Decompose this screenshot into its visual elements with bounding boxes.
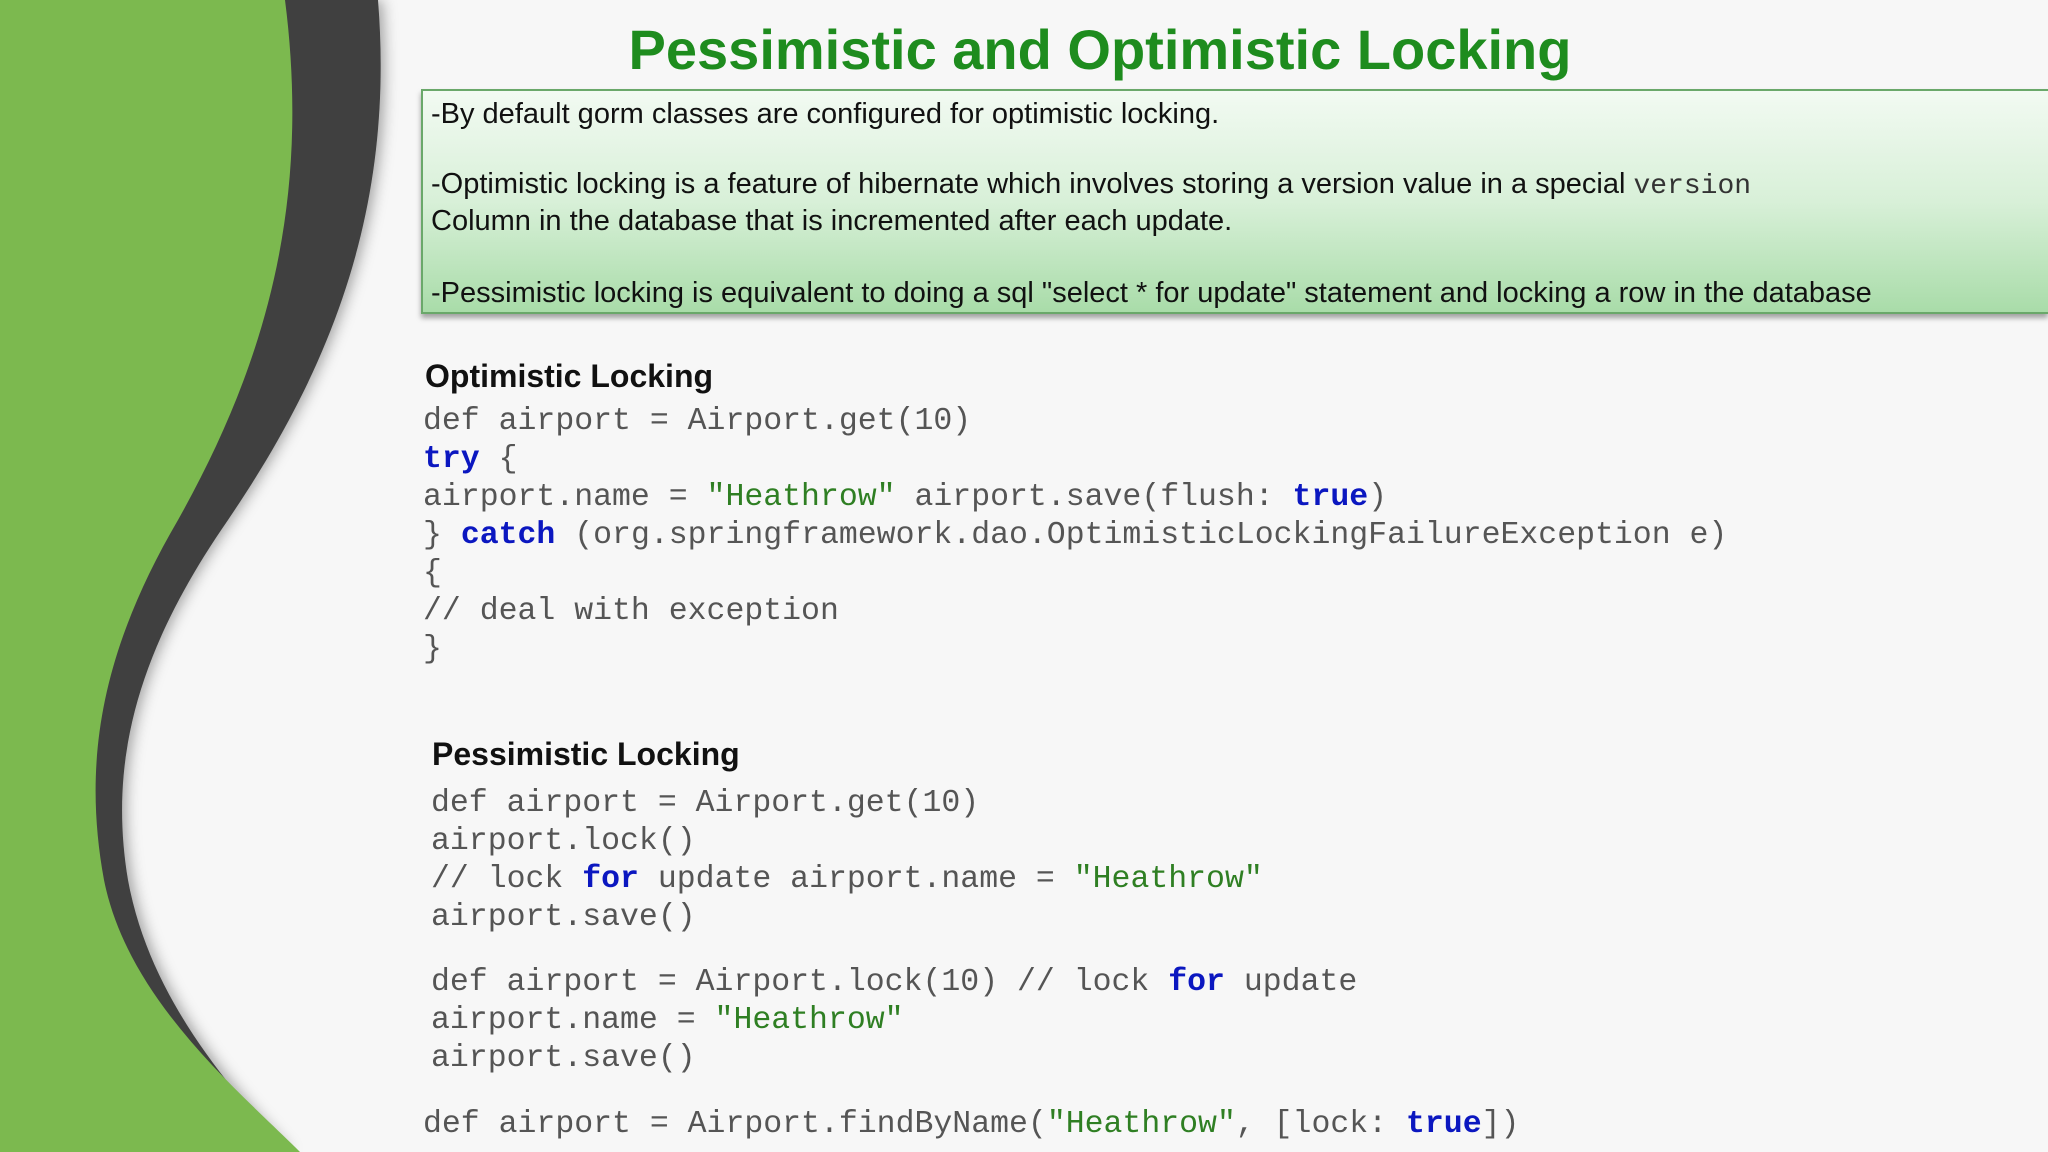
keyword: try	[423, 442, 480, 477]
keyword: for	[1168, 965, 1225, 1000]
code-line: try {	[423, 442, 518, 477]
code-text: // lock	[431, 862, 583, 897]
pessimistic-code-block-2: def airport = Airport.lock(10) // lock f…	[431, 964, 1357, 1078]
code-comment: // deal with exception	[423, 594, 839, 629]
string-literal: "Heathrow"	[714, 1003, 904, 1038]
info-box: -By default gorm classes are configured …	[421, 89, 2048, 314]
info-optimistic-text: -Optimistic locking is a feature of hibe…	[431, 168, 1634, 200]
string-literal: "Heathrow"	[706, 480, 896, 515]
slide-title: Pessimistic and Optimistic Locking	[628, 18, 1572, 81]
pessimistic-code-block-3: def airport = Airport.findByName("Heathr…	[423, 1106, 1519, 1144]
code-text: ])	[1481, 1107, 1520, 1142]
optimistic-code-block: def airport = Airport.get(10) try { airp…	[423, 403, 1727, 669]
code-line: airport.lock()	[431, 824, 696, 859]
code-text: airport.save(flush:	[895, 480, 1293, 515]
code-text: )	[1368, 480, 1388, 515]
code-text: airport.name =	[423, 480, 707, 515]
info-default-line: -By default gorm classes are configured …	[431, 98, 1220, 130]
info-optimistic-line: -Optimistic locking is a feature of hibe…	[431, 165, 1751, 206]
code-line: } catch (org.springframework.dao.Optimis…	[423, 518, 1727, 553]
code-text: update	[1224, 965, 1358, 1000]
keyword: true	[1292, 480, 1369, 515]
code-line: airport.name = "Heathrow" airport.save(f…	[423, 480, 1387, 515]
code-text: def airport = Airport.findByName(	[423, 1107, 1047, 1142]
code-line: }	[423, 632, 442, 667]
optimistic-heading: Optimistic Locking	[425, 358, 714, 394]
keyword: true	[1405, 1107, 1482, 1142]
code-text: def airport = Airport.lock(10) // lock	[431, 965, 1169, 1000]
string-literal: "Heathrow"	[1073, 862, 1263, 897]
code-line: def airport = Airport.findByName("Heathr…	[423, 1107, 1519, 1142]
code-text: {	[479, 442, 518, 477]
info-column-line: Column in the database that is increment…	[431, 205, 1233, 237]
code-line: def airport = Airport.lock(10) // lock f…	[431, 965, 1357, 1000]
code-line: def airport = Airport.get(10)	[423, 404, 972, 439]
code-line: airport.save()	[431, 1041, 696, 1076]
code-text: airport.name =	[431, 1003, 715, 1038]
version-code: version	[1633, 171, 1752, 202]
code-line: airport.name = "Heathrow"	[431, 1003, 904, 1038]
pessimistic-code-block-1: def airport = Airport.get(10) airport.lo…	[431, 785, 1263, 937]
code-text: (org.springframework.dao.OptimisticLocki…	[555, 518, 1728, 553]
side-wave-decoration	[0, 0, 381, 1152]
keyword: catch	[460, 518, 556, 553]
keyword: for	[582, 862, 639, 897]
code-text: }	[423, 518, 461, 553]
info-pessimistic-line: -Pessimistic locking is equivalent to do…	[431, 277, 1872, 309]
code-line: airport.save()	[431, 900, 696, 935]
code-line: // lock for update airport.name = "Heath…	[431, 862, 1263, 897]
code-text: update airport.name =	[638, 862, 1074, 897]
code-text: , [lock:	[1235, 1107, 1406, 1142]
pessimistic-heading: Pessimistic Locking	[432, 736, 740, 772]
code-line: {	[423, 556, 442, 591]
string-literal: "Heathrow"	[1046, 1107, 1236, 1142]
code-line: def airport = Airport.get(10)	[431, 786, 980, 821]
